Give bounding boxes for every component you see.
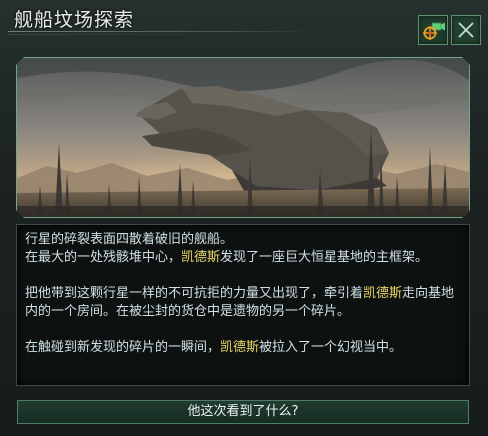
event-dialog: 舰船坟场探索 行星的碎裂表面四散着破旧的舰船。 在最大的一处残骸堆中心，凯德斯发… <box>0 0 488 436</box>
description-line-text: 在触碰到新发现的碎片的一瞬间， <box>25 340 221 355</box>
character-name: 凯德斯 <box>363 286 403 301</box>
description-line-text: 发现了一座巨大恒星基地的主框架。 <box>220 250 429 265</box>
camera-button[interactable] <box>418 15 448 45</box>
character-name: 凯德斯 <box>220 340 260 355</box>
dialog-title: 舰船坟场探索 <box>14 9 135 31</box>
choice-button[interactable]: 他这次看到了什么? <box>17 400 469 424</box>
camera-target-icon <box>423 22 445 40</box>
description-line: 在最大的一处残骸堆中心，凯德斯发现了一座巨大恒星基地的主框架。 <box>25 249 465 267</box>
description-line-text: 被拉入了一个幻视当中。 <box>259 340 403 355</box>
description-text: 行星的碎裂表面四散着破旧的舰船。 在最大的一处残骸堆中心，凯德斯发现了一座巨大恒… <box>25 231 465 357</box>
event-illustration <box>16 57 470 218</box>
description-line-text: 把他带到这颗行星一样的不可抗拒的力量又出现了，牵引着 <box>25 286 364 301</box>
description-line-text: 在最大的一处残骸堆中心， <box>25 250 182 265</box>
close-icon <box>458 22 474 38</box>
description-line: 行星的碎裂表面四散着破旧的舰船。 <box>25 231 465 249</box>
description-line-text: 行星的碎裂表面四散着破旧的舰船。 <box>25 232 234 247</box>
close-button[interactable] <box>451 15 481 45</box>
character-name: 凯德斯 <box>181 250 221 265</box>
title-divider <box>8 31 313 32</box>
description-panel: 行星的碎裂表面四散着破旧的舰船。 在最大的一处残骸堆中心，凯德斯发现了一座巨大恒… <box>16 224 470 386</box>
description-paragraph: 把他带到这颗行星一样的不可抗拒的力量又出现了，牵引着凯德斯走向基地内的一个房间。… <box>25 285 465 321</box>
title-divider-secondary <box>8 34 238 35</box>
description-paragraph: 在触碰到新发现的碎片的一瞬间，凯德斯被拉入了一个幻视当中。 <box>25 339 465 357</box>
